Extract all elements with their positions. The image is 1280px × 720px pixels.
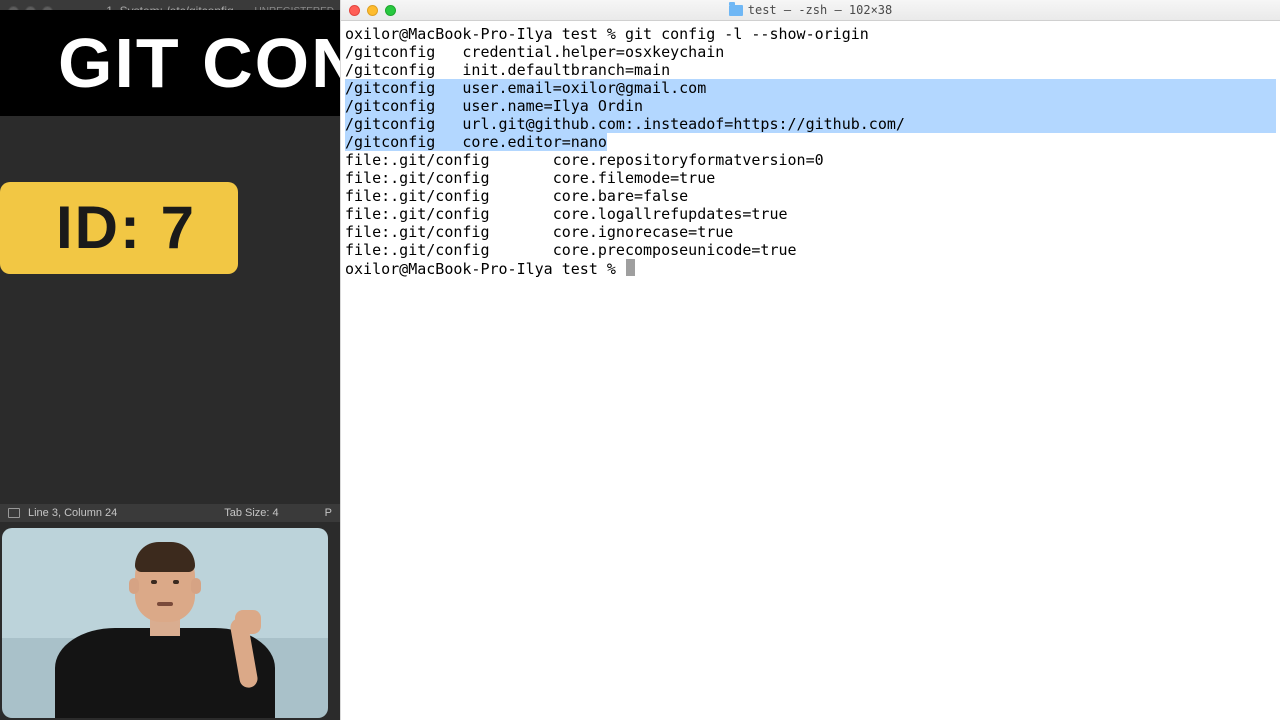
- status-cursor-position[interactable]: Line 3, Column 24: [28, 507, 117, 519]
- terminal-prompt-line[interactable]: oxilor@MacBook-Pro-Ilya test %: [345, 259, 1276, 277]
- terminal-output-line: file:.git/config core.filemode=true: [345, 169, 1276, 187]
- video-id-badge: ID: 7: [0, 182, 238, 274]
- terminal-output-line: file:.git/config core.ignorecase=true: [345, 223, 1276, 241]
- status-panel-icon[interactable]: [8, 508, 20, 518]
- terminal-output-line: file:.git/config core.precomposeunicode=…: [345, 241, 1276, 259]
- terminal-output-line-highlighted: /gitconfig url.git@github.com:.insteadof…: [345, 115, 1276, 133]
- terminal-output-line: file:.git/config core.bare=false: [345, 187, 1276, 205]
- terminal-titlebar: test — -zsh — 102×38: [341, 0, 1280, 21]
- terminal-body[interactable]: oxilor@MacBook-Pro-Ilya test % git confi…: [341, 21, 1280, 281]
- terminal-output-line-highlighted: /gitconfig core.editor=nano: [345, 133, 1276, 151]
- terminal-cursor-icon: [626, 259, 635, 276]
- terminal-command-line: oxilor@MacBook-Pro-Ilya test % git confi…: [345, 25, 1276, 43]
- webcam-overlay: [2, 528, 328, 718]
- terminal-output-line: file:.git/config core.logallrefupdates=t…: [345, 205, 1276, 223]
- terminal-output-line: file:.git/config core.repositoryformatve…: [345, 151, 1276, 169]
- terminal-output-line: /gitconfig credential.helper=osxkeychain: [345, 43, 1276, 61]
- terminal-title-text: test — -zsh — 102×38: [748, 3, 893, 17]
- terminal-output-line-highlighted: /gitconfig user.name=Ilya Ordin: [345, 97, 1276, 115]
- status-syntax[interactable]: P: [325, 507, 332, 519]
- editor-statusbar: Line 3, Column 24 Tab Size: 4 P: [0, 504, 340, 522]
- terminal-title-group: test — -zsh — 102×38: [341, 3, 1280, 17]
- terminal-window: test — -zsh — 102×38 oxilor@MacBook-Pro-…: [340, 0, 1280, 720]
- presenter-figure: [45, 548, 285, 718]
- folder-icon: [729, 5, 743, 16]
- terminal-output-line-highlighted: /gitconfig user.email=oxilor@gmail.com: [345, 79, 1276, 97]
- terminal-output-line: /gitconfig init.defaultbranch=main: [345, 61, 1276, 79]
- video-id-text: ID: 7: [56, 194, 196, 261]
- status-tab-size[interactable]: Tab Size: 4: [224, 507, 278, 519]
